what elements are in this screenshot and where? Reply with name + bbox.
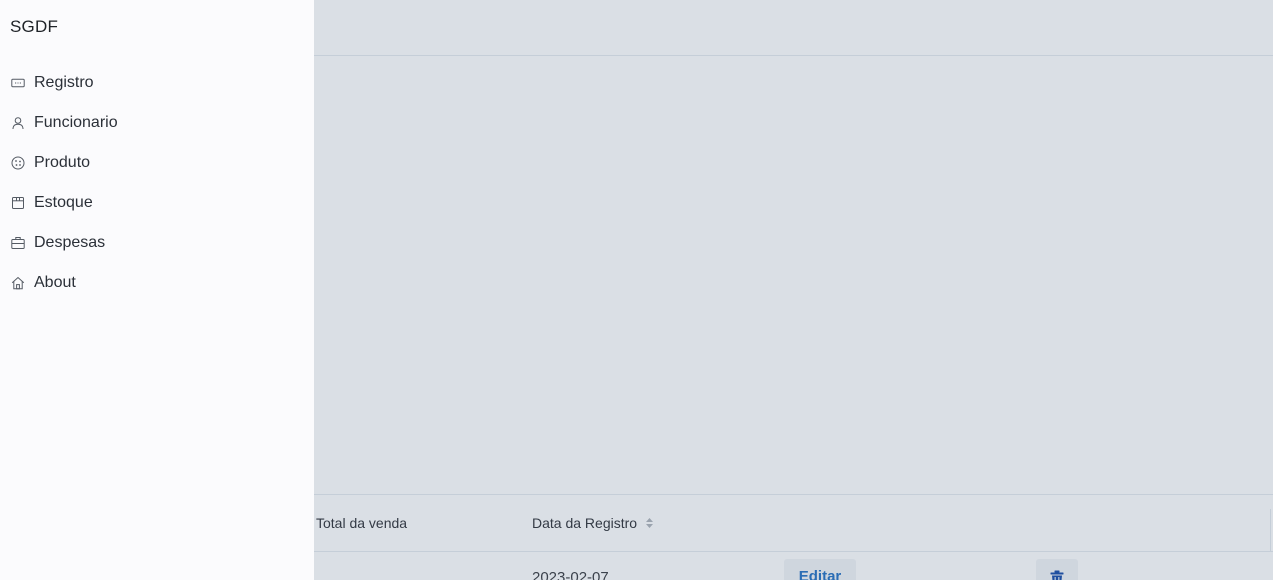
sidebar-item-label: Funcionario xyxy=(34,114,118,131)
app-brand[interactable]: SGDF xyxy=(10,17,58,37)
sidebar-item-label: About xyxy=(34,274,76,291)
sidebar-drawer: SGDF Registro Funcionario Produto Estoqu… xyxy=(0,0,314,580)
home-icon xyxy=(11,276,25,290)
calendar-icon xyxy=(12,197,24,209)
trash-icon xyxy=(1050,570,1064,580)
app-page: Total da venda Data da Registro 2023-02-… xyxy=(0,0,1273,580)
delete-button[interactable] xyxy=(1036,559,1078,580)
column-header-date-label: Data da Registro xyxy=(532,515,638,531)
sidebar-item-label: Registro xyxy=(34,74,94,91)
sidebar-item-despesas[interactable]: Despesas xyxy=(0,223,314,263)
row-date: 2023-02-07 xyxy=(532,569,609,580)
cookie-icon xyxy=(11,156,25,170)
sidebar-item-label: Estoque xyxy=(34,194,93,211)
edit-button[interactable]: Editar xyxy=(784,559,856,580)
sidebar-item-about[interactable]: About xyxy=(0,263,314,303)
briefcase-icon xyxy=(11,237,25,249)
column-header-total: Total da venda xyxy=(316,515,408,531)
user-icon xyxy=(12,117,24,130)
sidebar-item-funcionario[interactable]: Funcionario xyxy=(0,103,314,143)
column-divider xyxy=(1270,509,1271,551)
column-header-date[interactable]: Data da Registro xyxy=(532,515,654,531)
ticket-icon xyxy=(11,78,25,88)
sidebar-item-label: Produto xyxy=(34,154,91,171)
sidebar-item-label: Despesas xyxy=(34,234,106,251)
sidebar-item-estoque[interactable]: Estoque xyxy=(0,183,314,223)
sort-icon[interactable] xyxy=(646,518,654,529)
sidebar-item-registro[interactable]: Registro xyxy=(0,63,314,103)
sidebar-item-produto[interactable]: Produto xyxy=(0,143,314,183)
